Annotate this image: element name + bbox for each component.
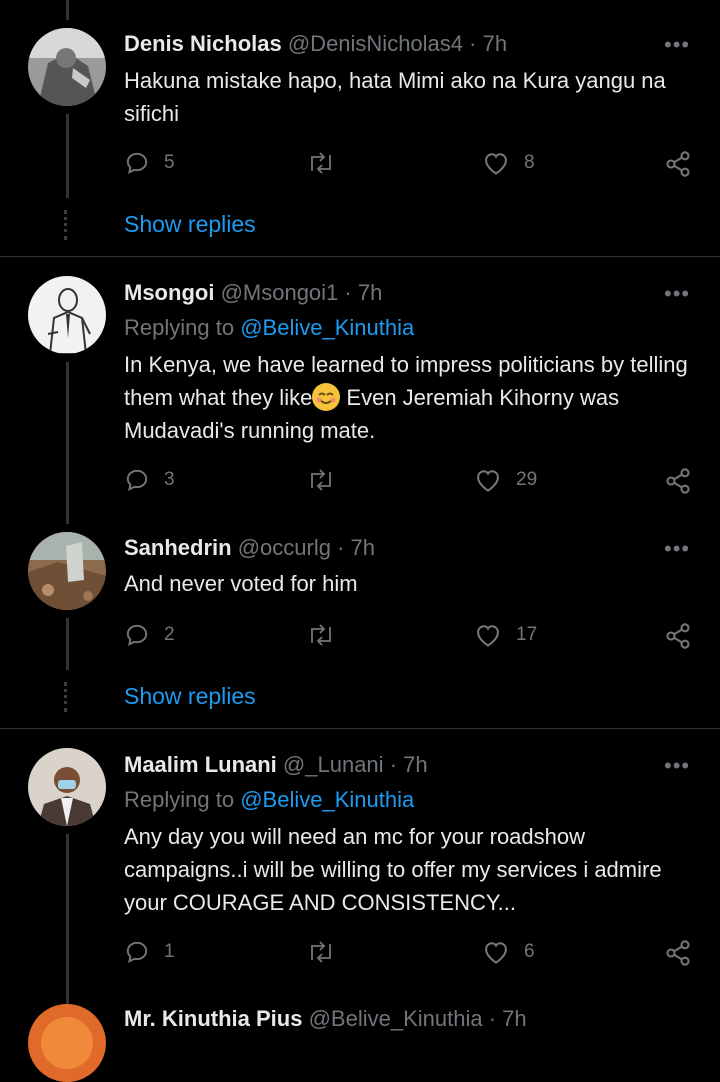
- like-count: 17: [516, 624, 538, 645]
- handle[interactable]: @Belive_Kinuthia: [309, 1006, 483, 1031]
- reply-button[interactable]: 1: [124, 939, 175, 965]
- reply-button[interactable]: 5: [124, 150, 175, 176]
- thread-line: [66, 0, 69, 20]
- smiling-face-emoji-icon: [312, 383, 341, 411]
- thread-dots: [64, 210, 70, 240]
- reply-count: 2: [164, 624, 175, 645]
- timestamp[interactable]: · 7h: [489, 1006, 527, 1031]
- share-icon: [666, 151, 690, 177]
- avatar[interactable]: [28, 1004, 106, 1082]
- show-replies-link[interactable]: Show replies: [124, 211, 256, 238]
- like-button[interactable]: 8: [482, 150, 535, 176]
- handle[interactable]: @DenisNicholas4: [288, 31, 463, 56]
- like-button[interactable]: 29: [474, 467, 537, 493]
- thread-line: [66, 362, 69, 524]
- tweet-text: In Kenya, we have learned to impress pol…: [124, 348, 694, 447]
- thread-line: [66, 834, 69, 1004]
- timestamp[interactable]: · 7h: [337, 535, 375, 560]
- heart-icon: [485, 942, 507, 964]
- like-button[interactable]: 17: [474, 622, 537, 648]
- tweet-header: Denis Nicholas @DenisNicholas4 · 7h: [124, 30, 507, 58]
- share-button[interactable]: [664, 939, 692, 967]
- retweet-button[interactable]: [306, 150, 350, 176]
- reply-icon: [126, 152, 148, 174]
- tweet-text: Hakuna mistake hapo, hata Mimi ako na Ku…: [124, 68, 666, 126]
- share-icon: [666, 468, 690, 494]
- like-button[interactable]: 6: [482, 939, 535, 965]
- heart-icon: [485, 153, 507, 175]
- reply-button[interactable]: 3: [124, 467, 175, 493]
- retweet-button[interactable]: [306, 939, 350, 965]
- share-button[interactable]: [664, 622, 692, 650]
- replying-to: Replying to @Belive_Kinuthia: [124, 314, 414, 342]
- divider: [0, 728, 720, 729]
- heart-icon: [477, 470, 499, 492]
- replying-handle-link[interactable]: @Belive_Kinuthia: [240, 787, 414, 812]
- replying-prefix: Replying to: [124, 787, 235, 812]
- display-name[interactable]: Maalim Lunani: [124, 752, 277, 777]
- display-name[interactable]: Denis Nicholas: [124, 31, 282, 56]
- share-icon: [666, 623, 690, 649]
- like-count: 6: [524, 941, 535, 962]
- tweet-header: Sanhedrin @occurlg · 7h: [124, 534, 375, 562]
- display-name[interactable]: Sanhedrin: [124, 535, 232, 560]
- avatar[interactable]: [28, 276, 106, 354]
- thread-line: [66, 618, 69, 670]
- reply-count: 1: [164, 941, 175, 962]
- tweet-text: Any day you will need an mc for your roa…: [124, 824, 662, 915]
- reply-icon: [126, 469, 148, 491]
- tweet-header: Maalim Lunani @_Lunani · 7h: [124, 751, 428, 779]
- more-options-button[interactable]: •••: [664, 753, 690, 779]
- share-button[interactable]: [664, 467, 692, 495]
- divider: [0, 256, 720, 257]
- more-options-button[interactable]: •••: [664, 32, 690, 58]
- more-options-button[interactable]: •••: [664, 536, 690, 562]
- avatar[interactable]: [28, 28, 106, 106]
- tweet-header: Msongoi @Msongoi1 · 7h: [124, 279, 382, 307]
- like-count: 8: [524, 152, 535, 173]
- reply-count: 3: [164, 469, 175, 490]
- thread-line: [66, 114, 69, 198]
- thread-dots: [64, 682, 70, 712]
- reply-icon: [126, 941, 148, 963]
- retweet-icon: [311, 941, 331, 963]
- reply-icon: [126, 624, 148, 646]
- avatar[interactable]: [28, 532, 106, 610]
- more-options-button[interactable]: •••: [664, 281, 690, 307]
- display-name[interactable]: Mr. Kinuthia Pius: [124, 1006, 302, 1031]
- avatar[interactable]: [28, 748, 106, 826]
- replying-to: Replying to @Belive_Kinuthia: [124, 786, 414, 814]
- like-count: 29: [516, 469, 538, 490]
- timestamp[interactable]: · 7h: [344, 280, 382, 305]
- timestamp[interactable]: · 7h: [469, 31, 507, 56]
- heart-icon: [477, 625, 499, 647]
- replying-handle-link[interactable]: @Belive_Kinuthia: [240, 315, 414, 340]
- reply-count: 5: [164, 152, 175, 173]
- share-icon: [666, 940, 690, 966]
- reply-button[interactable]: 2: [124, 622, 175, 648]
- retweet-button[interactable]: [306, 467, 350, 493]
- retweet-icon: [311, 152, 331, 174]
- timestamp[interactable]: · 7h: [390, 752, 428, 777]
- retweet-icon: [311, 624, 331, 646]
- tweet-text: And never voted for him: [124, 571, 358, 596]
- tweet-header: Mr. Kinuthia Pius @Belive_Kinuthia · 7h: [124, 1005, 527, 1033]
- handle[interactable]: @occurlg: [238, 535, 331, 560]
- replying-prefix: Replying to: [124, 315, 235, 340]
- display-name[interactable]: Msongoi: [124, 280, 214, 305]
- share-button[interactable]: [664, 150, 692, 178]
- show-replies-link[interactable]: Show replies: [124, 683, 256, 710]
- retweet-button[interactable]: [306, 622, 350, 648]
- handle[interactable]: @_Lunani: [283, 752, 384, 777]
- retweet-icon: [311, 469, 331, 491]
- handle[interactable]: @Msongoi1: [221, 280, 339, 305]
